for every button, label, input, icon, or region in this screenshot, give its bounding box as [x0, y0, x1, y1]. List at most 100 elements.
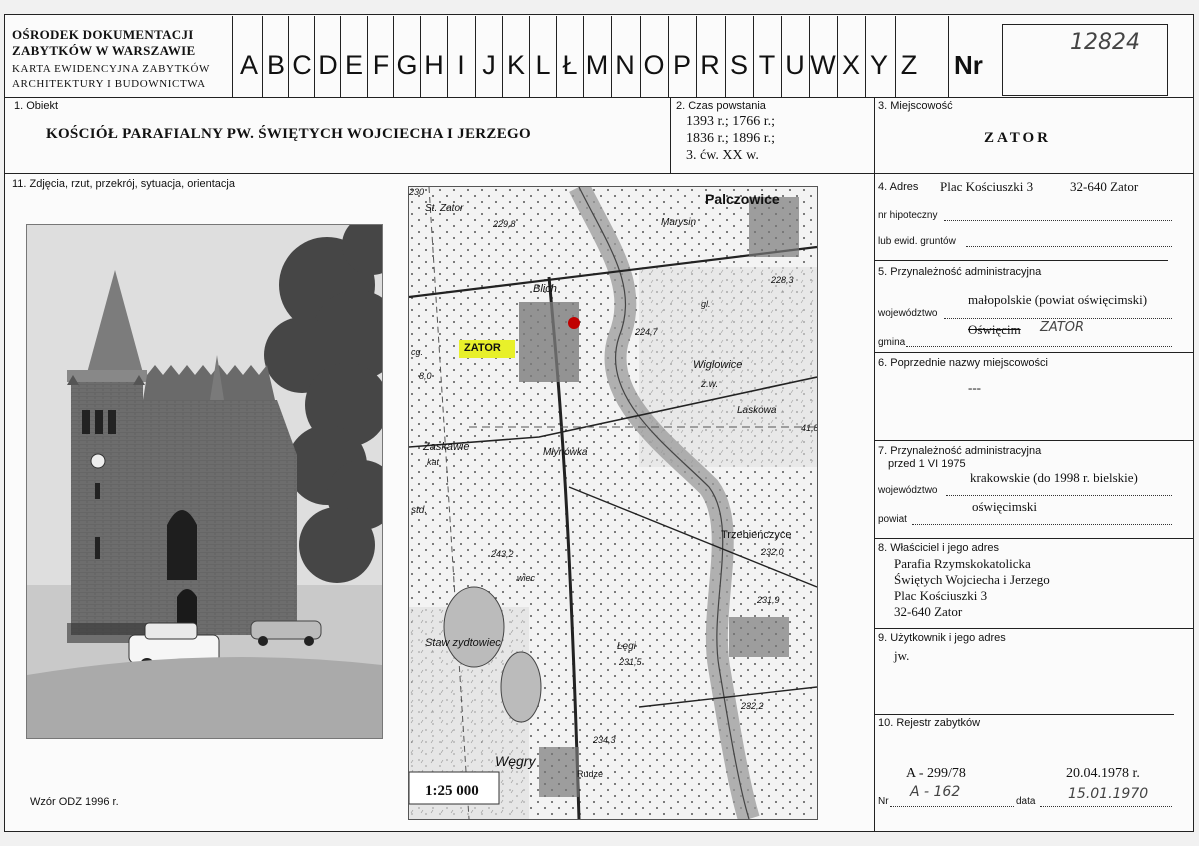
map-label: Wiglowice: [693, 359, 743, 371]
admin-before-province: krakowskie (do 1998 r. bielskie): [970, 470, 1138, 485]
index-letter: T: [758, 50, 776, 80]
land-registry-label: lub ewid. gruntów: [878, 236, 956, 247]
map-label: ZATOR: [464, 342, 501, 354]
form-version: Wzór ODZ 1996 r.: [30, 796, 119, 808]
map-label: Laskowa: [737, 405, 777, 416]
church-photo: [26, 224, 383, 739]
dates-line1: 1393 r.; 1766 r.;: [686, 114, 776, 129]
dates-line3: 3. ćw. XX w.: [686, 148, 759, 163]
register-nr-value: A - 299/78: [906, 766, 966, 781]
address-street: Plac Kościuszki 3: [940, 179, 1034, 194]
owner-line3: Plac Kościuszki 3: [894, 588, 988, 603]
map-label: 243,2: [491, 549, 514, 559]
index-letter: G: [396, 50, 418, 80]
admin-before-district-label: powiat: [878, 514, 907, 525]
register-nr-handwritten: A - 162: [910, 784, 961, 800]
user-label: 9. Użytkownik i jego adres: [878, 632, 1006, 644]
admin-commune-label: gmina: [878, 337, 906, 348]
locality-label: 3. Miejscowość: [878, 100, 953, 112]
owner-label: 8. Właściciel i jego adres: [878, 542, 1000, 554]
map-label: ż.w.: [701, 379, 719, 390]
org-name-line1: OŚRODEK DOKUMENTACJI: [12, 27, 194, 42]
index-letter: E: [344, 50, 363, 80]
object-label: 1. Obiekt: [14, 100, 59, 112]
map-label: 228,3: [771, 275, 794, 285]
register-date-handwritten: 15.01.1970: [1068, 786, 1149, 802]
register-date-value: 20.04.1978 r.: [1066, 766, 1140, 781]
index-letter: M: [585, 50, 609, 80]
former-names-value: ---: [968, 380, 981, 395]
admin-before-sub: przed 1 VI 1975: [888, 458, 966, 470]
map-label: Węgry: [495, 753, 536, 769]
index-letter: A: [239, 50, 258, 80]
admin-province: małopolskie (powiat oświęcimski): [968, 292, 1148, 307]
owner-line4: 32-640 Zator: [894, 604, 963, 619]
card-type-line2: ARCHITEKTURY I BUDOWNICTWA: [12, 78, 206, 90]
owner-line1: Parafia Rzymskokatolicka: [894, 556, 1031, 571]
map-label: 231,5: [619, 657, 642, 667]
map-label: 229,8: [493, 219, 516, 229]
dates-line2: 1836 r.; 1896 r.;: [686, 131, 776, 146]
map-label: Palczowice: [705, 191, 780, 207]
map-label: Rudze: [577, 769, 604, 779]
index-letter: D: [318, 50, 338, 80]
index-letter: S: [729, 50, 748, 80]
index-letter: X: [841, 50, 860, 80]
map-label: 231,9: [757, 595, 780, 605]
index-letter: U: [785, 50, 805, 80]
map-label: cg.: [411, 347, 424, 357]
map-label: Łęgi: [617, 641, 636, 652]
topographic-map: Palczowice Marysin St. Zator 229,8 Blich 228,…: [408, 186, 818, 820]
admin-before-label: 7. Przynależność administracyjna: [878, 445, 1042, 457]
former-names-label: 6. Poprzednie nazwy miejscowości: [878, 357, 1048, 369]
map-label: 8,0: [419, 371, 432, 381]
map-label: Młynówka: [543, 447, 588, 458]
dates-label: 2. Czas powstania: [676, 100, 766, 112]
admin-commune: Oświęcim: [968, 322, 1021, 337]
map-label: Marysin: [661, 217, 697, 228]
map-label: Blich: [533, 283, 557, 295]
index-letter: L: [535, 50, 551, 80]
index-letter: Y: [869, 50, 888, 80]
map-label: 232,0: [761, 547, 784, 557]
card-type-line1: KARTA EWIDENCYJNA ZABYTKÓW: [12, 63, 210, 75]
index-letter: O: [643, 50, 665, 80]
register-date-label: data: [1016, 796, 1036, 807]
org-name-line2: ZABYTKÓW W WARSZAWIE: [12, 43, 196, 58]
map-label: 224,7: [635, 327, 658, 337]
map-label: 234,3: [593, 735, 616, 745]
index-letter: J: [482, 50, 496, 80]
locality-value: ZATOR: [984, 130, 1051, 146]
index-letter: H: [424, 50, 444, 80]
nr-handwritten: 12824: [1070, 30, 1140, 55]
object-name: KOŚCIÓŁ PARAFIALNY PW. ŚWIĘTYCH WOJCIECH…: [46, 126, 531, 142]
index-letter: I: [457, 50, 465, 80]
admin-label: 5. Przynależność administracyjna: [878, 266, 1042, 278]
index-letter: C: [292, 50, 312, 80]
index-letter: F: [372, 50, 390, 80]
map-label: std.: [411, 505, 428, 516]
register-label: 10. Rejestr zabytków: [878, 717, 981, 729]
map-scale: 1:25 000: [425, 783, 479, 799]
map-label: Staw zydtowiec: [425, 637, 501, 649]
nr-label: Nr: [954, 50, 983, 80]
map-label: 41,8: [801, 423, 818, 433]
map-label: Trzebieńczyce: [721, 529, 792, 541]
index-letter: K: [506, 50, 525, 80]
address-postal: 32-640 Zator: [1070, 179, 1139, 194]
map-label: wiec: [517, 573, 536, 583]
admin-before-province-label: województwo: [878, 485, 938, 496]
admin-before-district: oświęcimski: [972, 499, 1037, 514]
map-label: gl.: [701, 299, 711, 309]
index-letter: Z: [900, 50, 918, 80]
index-letter: B: [266, 50, 285, 80]
photos-label: 11. Zdjęcia, rzut, przekrój, sytuacja, o…: [12, 178, 235, 190]
index-letter: Ł: [562, 50, 578, 80]
index-letter: R: [700, 50, 720, 80]
map-label: Zaskawie: [423, 441, 470, 453]
index-letter: W: [810, 50, 836, 80]
map-label: 232,2: [741, 701, 764, 711]
user-value: jw.: [894, 648, 910, 663]
address-label: 4. Adres: [878, 181, 919, 193]
admin-commune-handwritten: ZATOR: [1040, 320, 1085, 335]
